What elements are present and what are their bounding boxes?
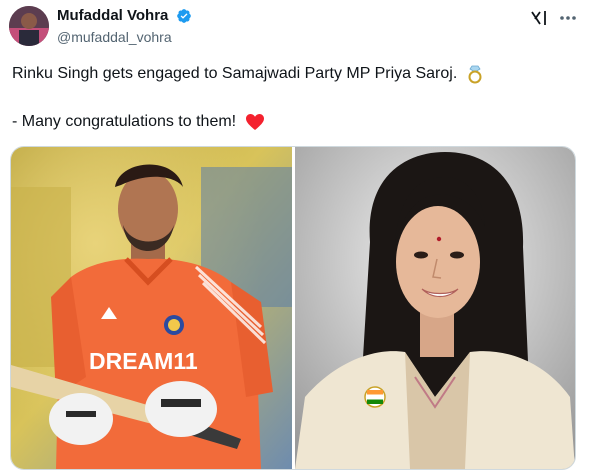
- woman-portrait-photo[interactable]: [295, 147, 575, 469]
- media-grid: DREAM11: [10, 146, 576, 470]
- tweet-text: - Many congratulations to them!: [12, 113, 237, 130]
- tweet-text: Rinku Singh gets engaged to Samajwadi Pa…: [12, 65, 458, 82]
- display-name[interactable]: Mufaddal Vohra: [57, 7, 168, 25]
- user-handle[interactable]: @mufaddal_vohra: [57, 28, 172, 46]
- tweet-text-line: Rinku Singh gets engaged to Samajwadi Pa…: [12, 63, 484, 85]
- jersey-sponsor-text: DREAM11: [89, 348, 198, 374]
- verified-badge-icon: [177, 9, 191, 23]
- ring-emoji-icon: [468, 65, 482, 84]
- cricketer-photo[interactable]: DREAM11: [11, 147, 292, 469]
- red-heart-emoji-icon: [245, 113, 264, 130]
- tweet-text-line: - Many congratulations to them!: [12, 111, 265, 133]
- tweet-card: Mufaddal Vohra @mufaddal_vohra Rinku Sin…: [0, 0, 600, 475]
- grok-icon[interactable]: [530, 10, 548, 26]
- avatar[interactable]: [9, 6, 49, 46]
- more-icon[interactable]: [558, 9, 578, 27]
